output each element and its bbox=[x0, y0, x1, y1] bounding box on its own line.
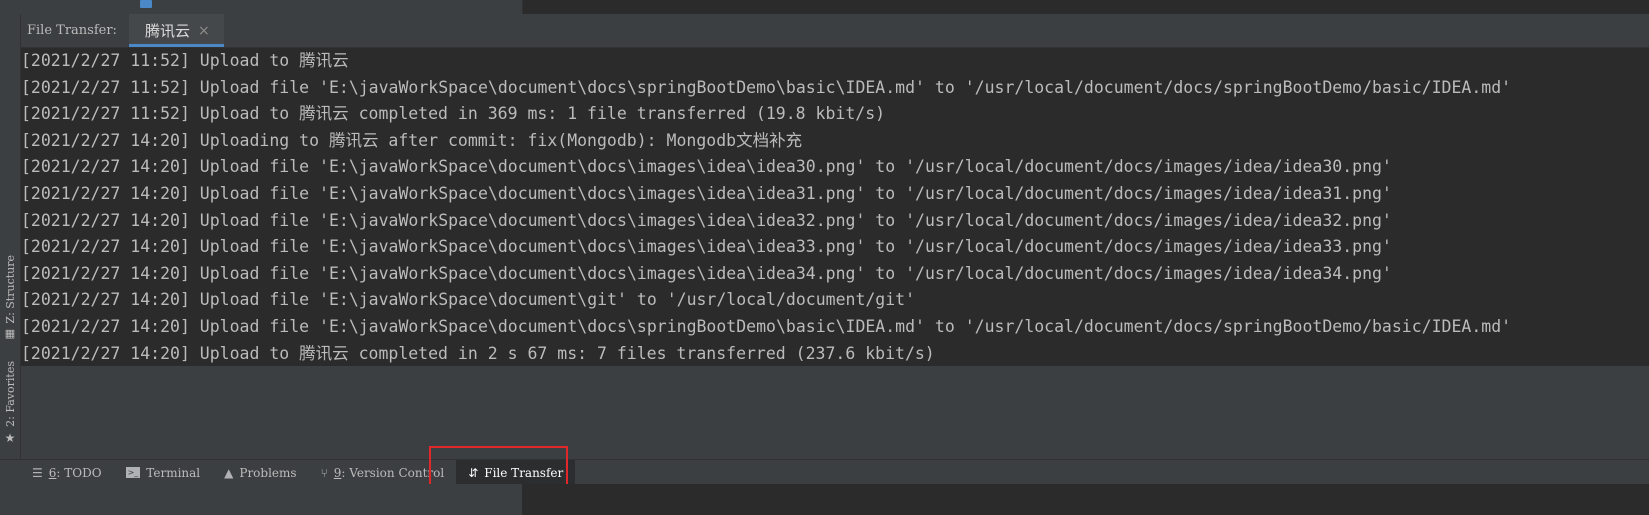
project-pane-edge bbox=[0, 0, 523, 14]
log-line: [2021/2/27 11:52] Upload to 腾讯云 bbox=[21, 51, 349, 70]
terminal-label: Terminal bbox=[146, 465, 201, 480]
tool-window-bar: ☰ 6: TODO >_ Terminal ▲ Problems ⑂ 9: Ve… bbox=[0, 459, 1649, 485]
branch-icon: ⑂ bbox=[320, 465, 328, 480]
structure-icon: ▦ bbox=[4, 326, 16, 340]
bottom-strip-left bbox=[0, 484, 522, 515]
log-line: [2021/2/27 14:20] Upload file 'E:\javaWo… bbox=[21, 237, 1392, 257]
version-control-num: 9 bbox=[333, 465, 342, 480]
list-icon: ☰ bbox=[32, 465, 43, 480]
structure-tab-label: Z: Structure bbox=[3, 254, 17, 324]
log-line: [2021/2/27 14:20] Upload file 'E:\javaWo… bbox=[21, 183, 1392, 203]
log-line: [2021/2/27 14:20] Upload file 'E:\javaWo… bbox=[21, 157, 1392, 177]
file-icon bbox=[140, 0, 152, 8]
favorites-tab-label: 2: Favorites bbox=[3, 361, 17, 427]
log-line: [2021/2/27 14:20] Upload file 'E:\javaWo… bbox=[21, 210, 1392, 230]
terminal-tab[interactable]: >_ Terminal bbox=[114, 460, 213, 485]
log-line: [2021/2/27 11:52] Upload to 腾讯云 complete… bbox=[21, 104, 886, 124]
log-line: [2021/2/27 11:52] Upload file 'E:\javaWo… bbox=[21, 77, 1512, 97]
left-tool-gutter: Z: Structure ▦ 2: Favorites ★ bbox=[0, 14, 21, 482]
log-line: [2021/2/27 14:20] Upload file 'E:\javaWo… bbox=[21, 290, 916, 310]
log-line: [2021/2/27 14:20] Upload file 'E:\javaWo… bbox=[21, 316, 1512, 336]
favorites-tab[interactable]: 2: Favorites bbox=[0, 359, 20, 429]
problems-tab[interactable]: ▲ Problems bbox=[212, 460, 308, 485]
terminal-icon: >_ bbox=[125, 467, 141, 478]
todo-num: 6 bbox=[48, 465, 57, 480]
console-empty-area bbox=[21, 366, 1649, 459]
tab-label: 腾讯云 bbox=[144, 22, 190, 40]
log-line: [2021/2/27 14:20] Upload file 'E:\javaWo… bbox=[21, 263, 1392, 283]
problems-label: Problems bbox=[239, 465, 297, 480]
panel-title: File Transfer: bbox=[27, 23, 117, 38]
todo-tab[interactable]: ☰ 6: TODO bbox=[20, 460, 114, 485]
warning-icon: ▲ bbox=[224, 465, 234, 480]
file-transfer-header: File Transfer: 腾讯云 × bbox=[21, 14, 1649, 48]
console-output[interactable]: [2021/2/27 11:52] Upload to 腾讯云 [2021/2/… bbox=[21, 48, 1649, 366]
log-line: [2021/2/27 14:20] Uploading to 腾讯云 after… bbox=[21, 130, 803, 150]
structure-tab[interactable]: Z: Structure bbox=[0, 254, 20, 324]
bottom-strip bbox=[0, 484, 1649, 515]
highlight-annotation bbox=[429, 446, 568, 486]
todo-label: : TODO bbox=[56, 465, 102, 480]
close-icon[interactable]: × bbox=[198, 23, 210, 39]
star-icon: ★ bbox=[4, 431, 16, 445]
log-line: [2021/2/27 14:20] Upload to 腾讯云 complete… bbox=[21, 343, 935, 363]
top-strip bbox=[0, 0, 1649, 14]
tab-tencent-cloud[interactable]: 腾讯云 × bbox=[128, 14, 224, 47]
